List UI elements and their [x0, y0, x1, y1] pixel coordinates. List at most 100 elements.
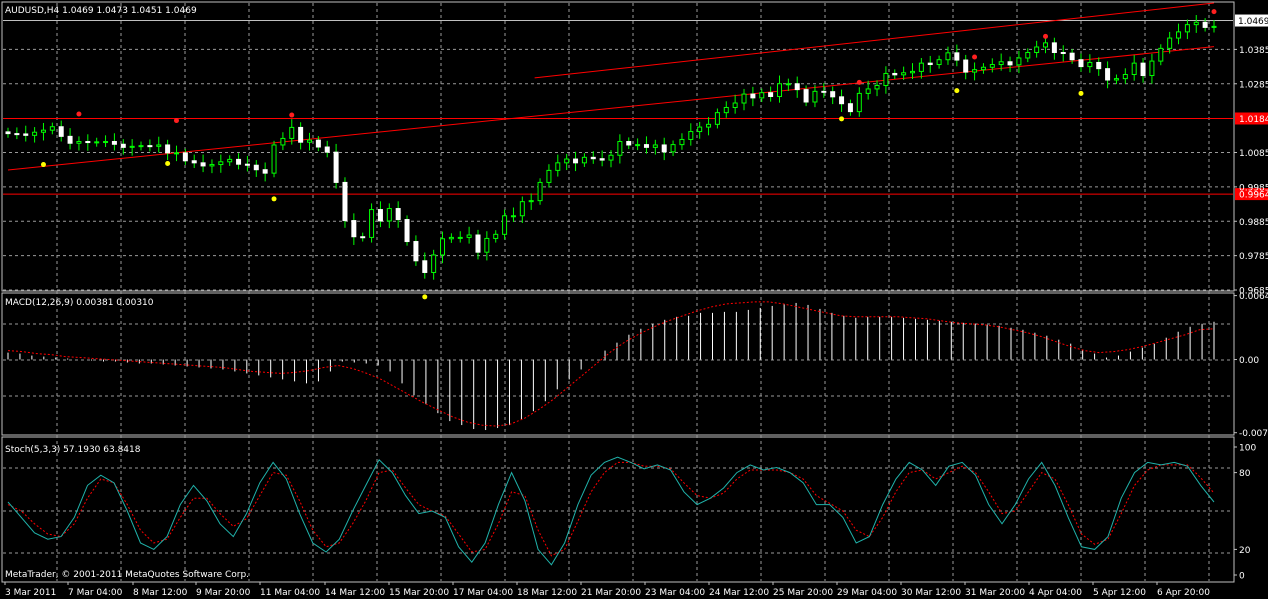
time-tick-label: 8 Mar 12:00 — [133, 588, 188, 598]
candle-body-bear — [85, 141, 91, 144]
candle-body-bull — [617, 141, 623, 156]
candle-body-bull — [714, 112, 720, 125]
candle-body-bear — [1060, 51, 1066, 54]
stoch-panel-frame — [1, 436, 1235, 583]
candle-body-bear — [1202, 21, 1208, 28]
candle-body-bull — [723, 106, 729, 114]
candle-body-bull — [1034, 46, 1040, 53]
candle-body-bull — [49, 126, 55, 131]
candle-body-bull — [918, 62, 924, 72]
candle-body-bull — [76, 141, 82, 144]
candle-body-bull — [448, 236, 454, 240]
time-tick-label: 17 Mar 04:00 — [453, 588, 513, 598]
candle-body-bear — [404, 219, 410, 243]
candle-body-bear — [262, 169, 268, 174]
candle-body-bear — [395, 208, 401, 221]
candle-body-bull — [688, 131, 694, 140]
candle-body-bull — [218, 161, 224, 166]
price-tick-label: 1.0385 — [1239, 46, 1268, 56]
candle-body-bull — [173, 152, 179, 155]
fractal-up-marker — [856, 79, 862, 85]
candle-body-bull — [741, 93, 747, 104]
candle-body-bull — [1184, 24, 1190, 33]
fractal-up-marker — [76, 111, 82, 117]
candle-body-bull — [564, 158, 570, 164]
candle-body-bull — [138, 145, 144, 148]
candle-body-bear — [298, 126, 304, 143]
candle-body-bull — [129, 145, 135, 148]
candle-body-bear — [626, 141, 632, 146]
candle-body-bear — [165, 144, 171, 154]
candle-body-bear — [23, 133, 29, 136]
candle-body-bear — [111, 141, 117, 145]
price-line-tag-label: 1.0184 — [1239, 115, 1268, 125]
candle-body-bear — [599, 158, 605, 161]
candle-body-bull — [1176, 31, 1182, 39]
candle-body-bear — [963, 59, 969, 73]
candle-body-bull — [732, 102, 738, 108]
candle-body-bull — [502, 215, 508, 235]
time-tick-label: 18 Mar 12:00 — [517, 588, 577, 598]
candle-body-bear — [475, 234, 481, 253]
time-tick-label: 21 Mar 20:00 — [581, 588, 641, 598]
fractal-down-marker — [954, 88, 960, 94]
macd-layer — [7, 301, 1215, 431]
fractal-down-marker — [1078, 90, 1084, 96]
stoch-tick-label: 80 — [1239, 469, 1251, 479]
copyright-footer: MetaTrader, © 2001-2011 MetaQuotes Softw… — [5, 570, 249, 580]
candle-body-bull — [1087, 61, 1093, 68]
candle-body-bear — [803, 89, 809, 103]
candle-body-bull — [910, 70, 915, 74]
candle-body-bull — [785, 83, 791, 86]
candle-body-bull — [608, 154, 614, 161]
macd-tick-label: 0.00644 — [1239, 292, 1268, 302]
candle-body-bear — [342, 181, 348, 222]
candle-body-bear — [5, 131, 11, 135]
candle-body-bull — [493, 233, 499, 239]
candle-body-bear — [573, 158, 579, 164]
candle-body-bull — [94, 141, 100, 144]
candle-body-bull — [980, 66, 986, 71]
time-tick-label: 30 Mar 12:00 — [901, 588, 961, 598]
candle-body-bull — [528, 200, 534, 203]
candle-body-bear — [768, 92, 774, 97]
candle-body-bear — [200, 162, 206, 167]
candle-body-bull — [679, 138, 685, 146]
candle-body-bear — [244, 163, 250, 166]
price-tick-label: 1.0285 — [1239, 80, 1268, 90]
candle-body-bull — [1211, 25, 1217, 28]
time-tick-label: 24 Mar 12:00 — [709, 588, 769, 598]
candle-body-bull — [883, 72, 889, 86]
candle-body-bull — [307, 139, 312, 143]
candle-body-bull — [874, 84, 880, 90]
candle-body-bull — [697, 126, 703, 133]
time-tick-label: 11 Mar 04:00 — [260, 588, 320, 598]
axis-layer: 1.01840.99641.04691.03851.02851.00850.99… — [4, 14, 1268, 598]
candle-body-bear — [839, 96, 845, 105]
candle-body-bear — [413, 241, 419, 262]
chart-window: 1.01840.99641.04691.03851.02851.00850.99… — [1, 1, 1268, 598]
candle-body-bull — [1043, 42, 1049, 48]
time-tick-label: 14 Mar 12:00 — [325, 588, 385, 598]
candle-body-bear — [315, 139, 321, 148]
candle-body-bull — [457, 236, 463, 239]
fractal-up-marker — [1043, 33, 1049, 39]
candle-body-bear — [954, 52, 960, 61]
candle-body-bull — [440, 238, 446, 256]
stoch-signal-line — [7, 461, 1215, 557]
candle-body-bear — [236, 158, 242, 165]
fractal-up-marker — [1211, 9, 1217, 15]
candle-body-bull — [555, 162, 561, 171]
candle-body-bear — [333, 151, 339, 183]
candle-body-bull — [32, 131, 38, 136]
candle-body-bull — [271, 144, 277, 174]
candle-body-bull — [40, 129, 46, 133]
time-tick-label: 15 Mar 20:00 — [389, 588, 449, 598]
price-tick-label: 1.0085 — [1239, 149, 1268, 159]
candle-body-bear — [324, 146, 330, 153]
stoch-tick-label: 100 — [1239, 444, 1256, 454]
fractal-up-marker — [972, 54, 978, 60]
macd-tick-label: 0.00 — [1239, 356, 1259, 366]
candle-body-bear — [360, 236, 366, 239]
candle-body-bull — [1025, 51, 1031, 59]
